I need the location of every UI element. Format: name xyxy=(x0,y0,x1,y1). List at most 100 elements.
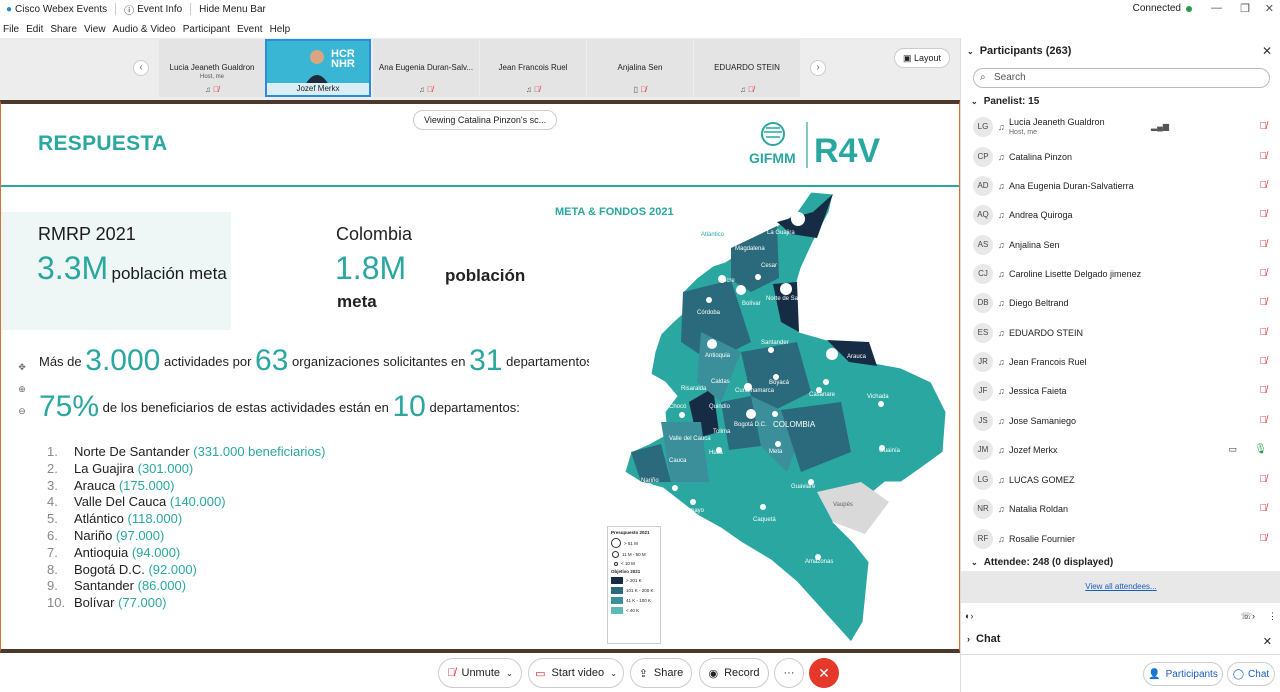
record-button[interactable]: ◉ Record xyxy=(699,658,769,688)
chevron-down-icon: ⌄ xyxy=(971,558,978,567)
video-tile[interactable]: Lucia Jeaneth Gualdron Host, me ♫ 🎙̸ xyxy=(159,39,265,97)
participant-row[interactable]: LG ♫ LUCAS GOMEZ 🎙̸ xyxy=(961,465,1271,494)
video-tile[interactable]: Jean Francois Ruel ♫ 🎙̸ xyxy=(480,39,586,97)
menu-file[interactable]: File xyxy=(3,24,19,35)
muted-mic-icon: 🎙̸ xyxy=(748,85,755,94)
close-icon[interactable]: ✕ xyxy=(1262,44,1272,58)
zoom-out-icon[interactable]: ⊖ xyxy=(13,400,31,422)
menu-audio-video[interactable]: Audio & Video xyxy=(113,24,176,35)
reactions-icon[interactable]: ☏› xyxy=(1241,611,1255,622)
participant-row[interactable]: AS ♫ Anjalina Sen 🎙̸ xyxy=(961,230,1271,259)
map-label: Casanare xyxy=(809,392,836,398)
participant-row[interactable]: JF ♫ Jessica Faieta 🎙̸ xyxy=(961,376,1271,405)
participant-row[interactable]: AQ ♫ Andrea Quiroga 🎙̸ xyxy=(961,200,1271,229)
participant-row[interactable]: NR ♫ Natalia Roldan 🎙̸ xyxy=(961,494,1271,523)
legend-item: 41 K - 100 K xyxy=(611,597,657,604)
menu-participant[interactable]: Participant xyxy=(183,24,230,35)
muted-mic-icon[interactable]: 🎙̸ xyxy=(1260,356,1268,367)
participant-row[interactable]: CJ ♫ Caroline Lisette Delgado jimenez 🎙̸ xyxy=(961,259,1271,288)
video-tile[interactable]: Anjalina Sen ▯ 🎙̸ xyxy=(587,39,693,97)
minimize-icon[interactable]: — xyxy=(1211,2,1222,14)
muted-mic-icon[interactable]: 🎙̸ xyxy=(1260,180,1268,191)
layout-button[interactable]: ▣ Layout xyxy=(893,48,950,68)
participants-icon: 👤 xyxy=(1148,668,1161,680)
tile-name: Jozef Merkx xyxy=(267,83,369,95)
participant-name: Anjalina Sen xyxy=(1009,239,1060,250)
unmute-button[interactable]: 🎙̸ Unmute ⌄ xyxy=(438,658,522,688)
strip-prev-button[interactable]: ‹ xyxy=(133,60,149,76)
participant-row[interactable]: CP ♫ Catalina Pinzon 🎙̸ xyxy=(961,142,1271,171)
muted-mic-icon[interactable]: 🎙̸ xyxy=(1260,151,1268,162)
restore-icon[interactable]: ❐ xyxy=(1240,2,1250,15)
participant-row[interactable]: LG ♫ Lucia Jeaneth Gualdron Host, me ▂▄▆ … xyxy=(961,112,1271,141)
close-window-icon[interactable]: ✕ xyxy=(1265,2,1274,15)
muted-mic-icon[interactable]: 🎙̸ xyxy=(1260,415,1268,426)
zoom-in-icon[interactable]: ⊕ xyxy=(13,378,31,400)
participant-row[interactable]: JS ♫ Jose Samaniego 🎙̸ xyxy=(961,406,1271,435)
muted-mic-icon[interactable]: 🎙̸ xyxy=(1260,474,1268,485)
muted-mic-icon[interactable]: 🎙̸ xyxy=(1260,533,1268,544)
view-all-attendees-link[interactable]: View all attendees... xyxy=(961,571,1280,603)
viewing-indicator[interactable]: Viewing Catalina Pinzon's sc... xyxy=(413,110,558,130)
more-options-button[interactable]: ··· xyxy=(774,658,804,688)
strip-next-button[interactable]: › xyxy=(810,60,826,76)
list-name: Norte De Santander xyxy=(74,444,190,459)
video-tile[interactable]: EDUARDO STEIN ♫ 🎙̸ xyxy=(694,39,800,97)
muted-mic-icon[interactable]: 🎙̸ xyxy=(1260,268,1268,279)
share-button[interactable]: ⇪ Share xyxy=(630,658,692,688)
video-tile[interactable]: Ana Eugenia Duran-Salv... ♫ 🎙̸ xyxy=(373,39,479,97)
unmuted-mic-icon[interactable]: 🎙 xyxy=(1254,444,1267,455)
participants-tab-button[interactable]: 👤 Participants xyxy=(1143,662,1223,686)
map-label: Cauca xyxy=(669,458,687,464)
chevron-down-icon: ⌄ xyxy=(971,97,978,106)
participant-row[interactable]: JM ♫ Jozef Merkx ▭ 🎙 xyxy=(961,435,1271,464)
muted-mic-icon[interactable]: 🎙̸ xyxy=(1260,503,1268,514)
participant-row[interactable]: RF ♫ Rosalie Fournier 🎙̸ xyxy=(961,524,1271,553)
chat-tab-button[interactable]: ◯ Chat xyxy=(1227,662,1275,686)
audio-icon: ♫ xyxy=(998,180,1005,191)
chevron-down-icon[interactable]: ⌄ xyxy=(506,669,513,678)
menu-view[interactable]: View xyxy=(84,24,106,35)
chevron-down-icon[interactable]: ⌄ xyxy=(610,669,617,678)
start-video-button[interactable]: ▭ Start video ⌄ xyxy=(528,658,624,688)
small-circle-icon xyxy=(614,561,618,566)
video-tile-active[interactable]: HCR NHR Jozef Merkx xyxy=(265,39,371,97)
legend-swatch xyxy=(611,577,623,584)
chat-section-header[interactable]: › Chat xyxy=(967,633,1000,645)
muted-mic-icon[interactable]: 🎙̸ xyxy=(1260,121,1268,132)
list-item: 9. Santander (86.000) xyxy=(47,578,326,595)
muted-mic-icon[interactable]: 🎙̸ xyxy=(1260,209,1268,220)
more-icon[interactable]: ⋮ xyxy=(1268,611,1277,622)
map-label: COLOMBIA xyxy=(773,420,816,429)
participant-row[interactable]: ES ♫ EDUARDO STEIN 🎙̸ xyxy=(961,318,1271,347)
list-item: 10. Bolívar (77.000) xyxy=(47,595,326,612)
hide-menu-button[interactable]: Hide Menu Bar xyxy=(199,4,266,15)
logo-r4v-text: R4V xyxy=(814,132,880,170)
end-call-button[interactable]: ✕ xyxy=(809,658,839,688)
participant-row[interactable]: DB ♫ Diego Beltrand 🎙̸ xyxy=(961,288,1271,317)
pan-icon[interactable]: ✥ xyxy=(13,356,31,378)
menu-edit[interactable]: Edit xyxy=(26,24,43,35)
muted-mic-icon[interactable]: 🎙̸ xyxy=(1260,239,1268,250)
attendee-section-header[interactable]: ⌄ Attendee: 248 (0 displayed) xyxy=(971,557,1113,568)
menu-help[interactable]: Help xyxy=(270,24,291,35)
map-label: Guainía xyxy=(879,448,901,454)
close-chat-icon[interactable]: ✕ xyxy=(1263,635,1272,648)
event-info-button[interactable]: Event Info xyxy=(137,4,182,15)
muted-mic-icon[interactable]: 🎙̸ xyxy=(1260,385,1268,396)
list-name: Valle Del Cauca xyxy=(74,494,167,510)
search-input[interactable]: ⌕ Search xyxy=(973,68,1270,88)
participant-row[interactable]: JR ♫ Jean Francois Ruel 🎙̸ xyxy=(961,347,1271,376)
signal-icon: ▂▄▆ xyxy=(1151,122,1169,131)
panelist-section-header[interactable]: ⌄ Panelist: 15 xyxy=(971,96,1039,107)
menu-share[interactable]: Share xyxy=(50,24,77,35)
shared-screen: Viewing Catalina Pinzon's sc... RESPUEST… xyxy=(0,100,960,653)
colombia-number: 1.8M xyxy=(335,250,407,286)
menu-event[interactable]: Event xyxy=(237,24,263,35)
participant-row[interactable]: AD ♫ Ana Eugenia Duran-Salvatierra 🎙̸ xyxy=(961,171,1271,200)
mute-all-icon[interactable]: ◐› xyxy=(965,611,973,621)
panel-toolbar: ◐› ☏› ⋮ xyxy=(961,608,1280,626)
panel-header[interactable]: ⌄ Participants (263) xyxy=(961,38,1280,64)
muted-mic-icon[interactable]: 🎙̸ xyxy=(1260,297,1268,308)
muted-mic-icon[interactable]: 🎙̸ xyxy=(1260,327,1268,338)
